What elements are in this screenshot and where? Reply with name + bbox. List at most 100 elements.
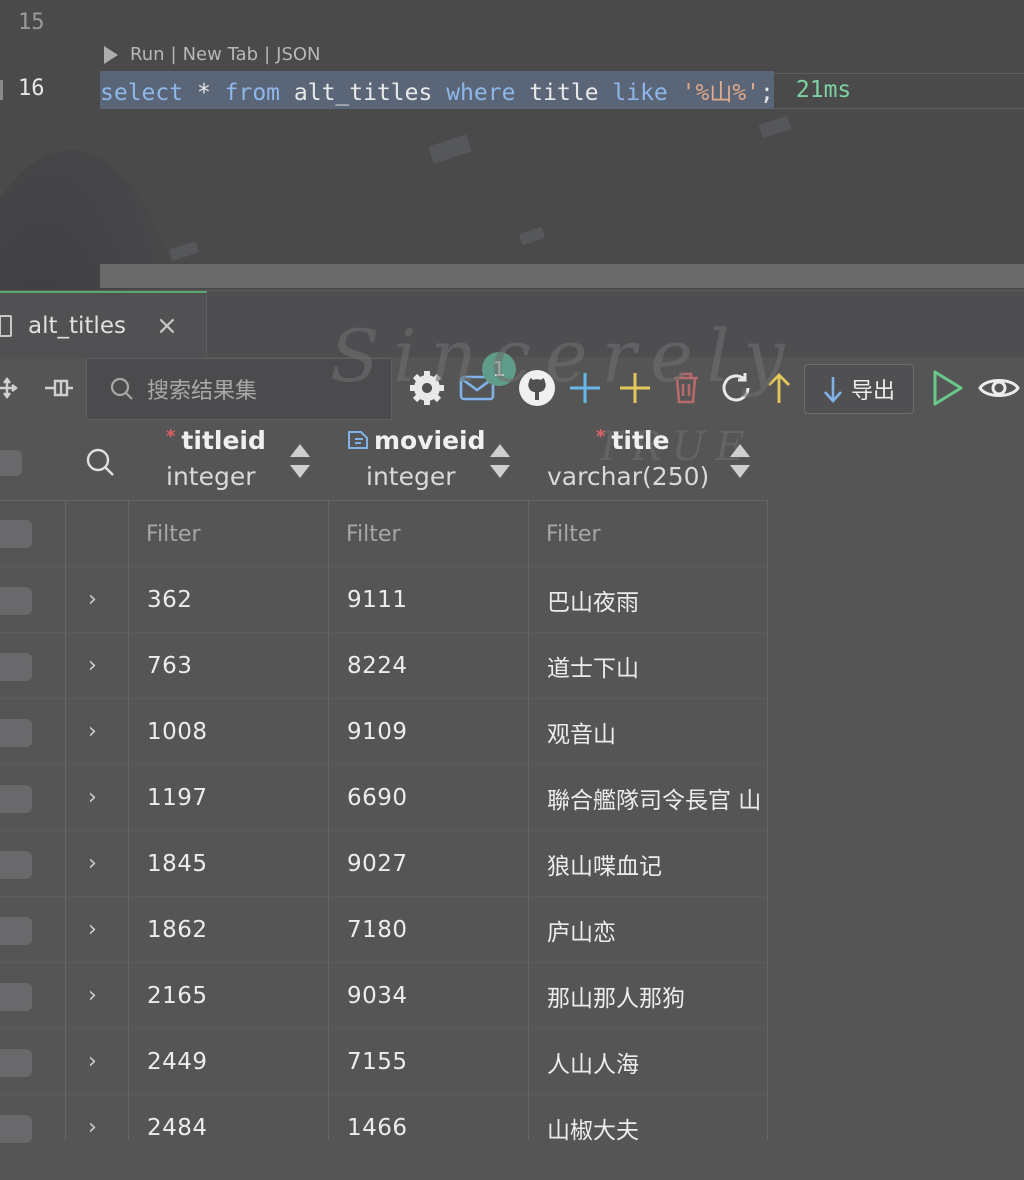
cell-title[interactable]: 巴山夜雨 xyxy=(529,567,767,633)
cell-title[interactable]: 人山人海 xyxy=(529,1029,767,1095)
chevron-right-icon[interactable]: › xyxy=(88,851,97,876)
trash-icon[interactable] xyxy=(670,366,702,410)
cell-movieid[interactable]: 8224 xyxy=(329,633,528,699)
sql-column: title xyxy=(515,80,613,106)
row-checkbox[interactable] xyxy=(0,983,32,1011)
row-checkbox[interactable] xyxy=(0,785,32,813)
cell-title[interactable]: 那山那人那狗 xyxy=(529,963,767,1029)
table-row[interactable]: › 2165 9034 那山那人那狗 xyxy=(0,962,768,1029)
chevron-right-icon[interactable]: › xyxy=(88,1049,97,1074)
github-icon[interactable] xyxy=(516,366,558,410)
cell-movieid[interactable]: 9034 xyxy=(329,963,528,1029)
chevron-right-icon[interactable]: › xyxy=(88,917,97,942)
sort-icon[interactable] xyxy=(289,444,311,478)
column-header-movieid[interactable]: movieid xyxy=(346,426,486,455)
cell-titleid[interactable]: 2449 xyxy=(129,1029,328,1095)
sort-icon[interactable] xyxy=(489,444,511,478)
chevron-right-icon[interactable]: › xyxy=(88,653,97,678)
add-row-icon[interactable] xyxy=(568,366,602,410)
cell-titleid[interactable]: 1862 xyxy=(129,897,328,963)
chevron-right-icon[interactable]: › xyxy=(88,587,97,612)
eye-icon[interactable] xyxy=(978,366,1020,410)
result-toolbar: 搜索结果集 1 导出 xyxy=(0,352,1024,424)
cell-title[interactable]: 狼山喋血记 xyxy=(529,831,767,897)
row-checkbox[interactable] xyxy=(0,719,32,747)
cell-titleid[interactable]: 1197 xyxy=(129,765,328,831)
chevron-right-icon[interactable]: › xyxy=(88,983,97,1008)
row-checkbox[interactable] xyxy=(0,587,32,615)
cell-titleid[interactable]: 1008 xyxy=(129,699,328,765)
move-icon[interactable] xyxy=(0,366,20,410)
gear-icon[interactable] xyxy=(408,366,446,410)
cell-title[interactable]: 山椒大夫 xyxy=(529,1095,767,1161)
cell-titleid[interactable]: 2484 xyxy=(129,1095,328,1161)
table-row[interactable]: › 362 9111 巴山夜雨 xyxy=(0,566,768,633)
horizontal-scrollbar[interactable] xyxy=(100,264,1024,288)
background-decoration xyxy=(758,115,792,139)
filter-row: Filter Filter Filter xyxy=(0,502,768,566)
codelens-separator: | xyxy=(170,44,177,65)
cell-movieid[interactable]: 9111 xyxy=(329,567,528,633)
cell-movieid[interactable]: 9027 xyxy=(329,831,528,897)
add-column-icon[interactable] xyxy=(618,366,652,410)
sql-editor[interactable]: 15 16 Run | New Tab | JSON select * from… xyxy=(0,0,1024,290)
codelens-separator: | xyxy=(264,44,271,65)
export-label: 导出 xyxy=(850,379,895,404)
cell-titleid[interactable]: 1845 xyxy=(129,831,328,897)
play-icon[interactable] xyxy=(930,366,964,410)
row-checkbox[interactable] xyxy=(0,851,32,879)
cell-movieid[interactable]: 6690 xyxy=(329,765,528,831)
codelens-new-tab[interactable]: New Tab xyxy=(183,44,258,65)
row-checkbox[interactable] xyxy=(0,917,32,945)
cell-title[interactable]: 庐山恋 xyxy=(529,897,767,963)
close-icon[interactable]: × xyxy=(156,311,178,341)
column-type: varchar(250) xyxy=(547,462,710,491)
table-row[interactable]: › 2449 7155 人山人海 xyxy=(0,1028,768,1095)
cell-movieid[interactable]: 7155 xyxy=(329,1029,528,1095)
cell-movieid[interactable]: 9109 xyxy=(329,699,528,765)
row-checkbox[interactable] xyxy=(0,653,32,681)
cell-title[interactable]: 道士下山 xyxy=(529,633,767,699)
table-row[interactable]: › 763 8224 道士下山 xyxy=(0,632,768,699)
cell-titleid[interactable]: 362 xyxy=(129,567,328,633)
cell-title[interactable]: 观音山 xyxy=(529,699,767,765)
filter-input-title[interactable]: Filter xyxy=(529,502,767,566)
refresh-icon[interactable] xyxy=(718,366,754,410)
cell-movieid[interactable]: 1466 xyxy=(329,1095,528,1161)
column-header-titleid[interactable]: * titleid xyxy=(166,426,266,455)
cell-titleid[interactable]: 763 xyxy=(129,633,328,699)
chevron-right-icon[interactable]: › xyxy=(88,1115,97,1140)
export-button[interactable]: 导出 xyxy=(804,364,914,414)
select-all-checkbox[interactable] xyxy=(0,448,26,478)
sql-code-line[interactable]: select * from alt_titles where title lik… xyxy=(100,71,1024,109)
cell-movieid[interactable]: 7180 xyxy=(329,897,528,963)
arrow-up-icon[interactable] xyxy=(764,366,794,410)
row-checkbox[interactable] xyxy=(0,1115,32,1143)
cell-title[interactable]: 聯合艦隊司令長官 山 xyxy=(529,765,767,831)
column-name: title xyxy=(611,426,670,455)
column-header-title[interactable]: * title xyxy=(596,426,669,455)
row-checkbox[interactable] xyxy=(0,1049,32,1077)
chevron-right-icon[interactable]: › xyxy=(88,719,97,744)
tab-alt-titles[interactable]: alt_titles × xyxy=(0,291,207,359)
table-row[interactable]: › 1845 9027 狼山喋血记 xyxy=(0,830,768,897)
table-row[interactable]: › 1197 6690 聯合艦隊司令長官 山 xyxy=(0,764,768,831)
chevron-right-icon[interactable]: › xyxy=(88,785,97,810)
row-checkbox[interactable] xyxy=(0,520,32,548)
codelens-json[interactable]: JSON xyxy=(276,44,320,65)
filter-input-movieid[interactable]: Filter xyxy=(329,502,528,566)
sort-icon[interactable] xyxy=(729,444,751,478)
run-icon[interactable] xyxy=(104,45,118,64)
table-row[interactable]: › 1862 7180 庐山恋 xyxy=(0,896,768,963)
pin-icon[interactable] xyxy=(42,366,76,410)
filter-input-titleid[interactable]: Filter xyxy=(129,502,328,566)
result-search-input[interactable]: 搜索结果集 xyxy=(86,358,392,420)
table-row[interactable]: › 2484 1466 山椒大夫 xyxy=(0,1094,768,1161)
cell-titleid[interactable]: 2165 xyxy=(129,963,328,1029)
codelens-run[interactable]: Run xyxy=(130,44,165,65)
foreign-key-icon xyxy=(348,431,368,449)
table-row[interactable]: › 1008 9109 观音山 xyxy=(0,698,768,765)
line-number: 15 xyxy=(18,10,45,35)
search-icon[interactable] xyxy=(86,448,116,478)
